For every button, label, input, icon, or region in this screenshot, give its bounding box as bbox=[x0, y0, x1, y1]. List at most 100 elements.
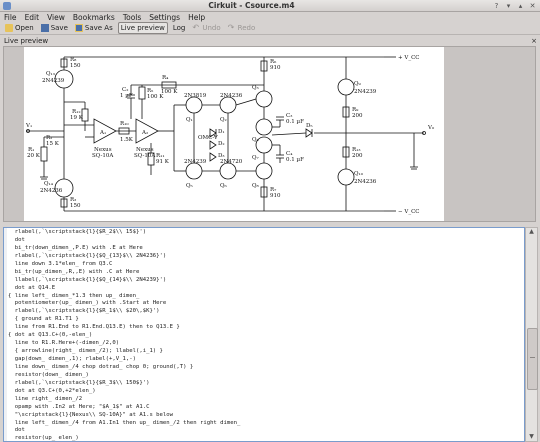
code-line[interactable]: line left_ dimen_/4 from A1.In1 then up_… bbox=[8, 420, 522, 428]
minimize-icon[interactable]: ▾ bbox=[504, 2, 513, 10]
code-line[interactable]: gap(down_ dimen_,1); rlabel(+,V_1,-) bbox=[8, 356, 522, 364]
code-line[interactable]: opamp with .In2 at Here; "$A_1$" at A1.C bbox=[8, 404, 522, 412]
label-vo: V₀ bbox=[427, 125, 435, 131]
label-r10v: 1.5K bbox=[120, 137, 134, 143]
editor-scrollbar[interactable]: ▲ ▼ bbox=[525, 227, 538, 442]
code-line[interactable]: potentiometer(up_ dimen_) with .Start at… bbox=[8, 300, 522, 308]
log-button[interactable]: Log bbox=[171, 23, 188, 33]
label-q1: Q₁ bbox=[186, 117, 193, 123]
code-line[interactable]: rlabel(,`\scriptstack{l}{$R_3$\\ 150$}') bbox=[8, 380, 522, 388]
panel-close-icon[interactable]: × bbox=[530, 37, 538, 45]
code-line[interactable]: bi_tr(up_dimen_,R,,E) with .C at Here bbox=[8, 269, 522, 277]
preview-panel-title: Live preview bbox=[4, 36, 49, 45]
code-editor[interactable]: rlabel(,`\scriptstack{l}{$R_2$\\ 15$}') … bbox=[3, 227, 525, 442]
label-d1: D₁ bbox=[218, 129, 225, 135]
code-line[interactable]: line from R1.End to R1.End.Q13.E) then t… bbox=[8, 324, 522, 332]
menu-tools[interactable]: Tools bbox=[119, 13, 145, 22]
label-r4: R₄ bbox=[162, 75, 169, 81]
code-line[interactable]: resistor(down_ dimen_) bbox=[8, 372, 522, 380]
code-line[interactable]: dot bbox=[8, 427, 522, 435]
label-omc: OMC-V bbox=[198, 135, 219, 141]
label-q4: Q₄ bbox=[252, 137, 260, 143]
label-vcc: + V_CC bbox=[398, 55, 420, 61]
save-as-icon bbox=[74, 24, 83, 32]
save-as-button[interactable]: Save As bbox=[73, 23, 115, 33]
editor-gutter bbox=[4, 228, 7, 441]
circuit-diagram: Q₁₃ 2N4239 R₈ 150 R₁₂ 19 K R₁ 20 K R₃ 15… bbox=[24, 47, 444, 221]
code-line[interactable]: resistor(up_ elen_) bbox=[8, 435, 522, 441]
code-text[interactable]: rlabel(,`\scriptstack{l}{$R_2$\\ 15$}') … bbox=[8, 229, 522, 441]
title-bar: Cirkuit - Csource.m4 ? ▾ ▴ ✕ bbox=[0, 0, 540, 12]
menu-edit[interactable]: Edit bbox=[21, 13, 44, 22]
label-pn-q2: 2N4236 bbox=[220, 93, 243, 99]
label-a2: A₂ bbox=[141, 130, 148, 136]
code-line[interactable]: bi_tr(down_dimen_,P.E) with .E at Here bbox=[8, 245, 522, 253]
label-r9v: 200 bbox=[352, 113, 363, 119]
live-preview-area[interactable]: Q₁₃ 2N4239 R₈ 150 R₁₂ 19 K R₁ 20 K R₃ 15… bbox=[3, 46, 536, 222]
label-pn-q5: 2N4239 bbox=[184, 159, 207, 165]
close-window-icon[interactable]: ✕ bbox=[528, 2, 537, 10]
open-button[interactable]: Open bbox=[3, 23, 36, 33]
label-r4v: 100 K bbox=[161, 89, 178, 95]
code-line[interactable]: dot bbox=[8, 237, 522, 245]
scroll-down-icon[interactable]: ▼ bbox=[526, 433, 537, 441]
scroll-thumb[interactable] bbox=[527, 328, 538, 390]
label-r1v: 20 K bbox=[27, 153, 41, 159]
label-a2pn: SQ-10A bbox=[134, 153, 156, 159]
live-preview-toggle[interactable]: Live preview bbox=[117, 22, 168, 34]
code-line[interactable]: { ground at R1.T1 } bbox=[8, 316, 522, 324]
label-r10: R₁₀ bbox=[120, 121, 129, 127]
label-q3: Q₃ bbox=[252, 85, 259, 91]
save-icon bbox=[40, 24, 49, 32]
menu-view[interactable]: View bbox=[43, 13, 69, 22]
splitter-handle[interactable] bbox=[2, 223, 538, 226]
label-q13-pn: 2N4239 bbox=[42, 78, 65, 84]
label-a1pn: SQ-10A bbox=[92, 153, 114, 159]
scroll-up-icon[interactable]: ▲ bbox=[526, 228, 537, 236]
label-pn-q9: 2N4239 bbox=[354, 89, 377, 95]
label-q8: Q₈ bbox=[252, 183, 260, 189]
redo-button[interactable]: ↷ Redo bbox=[226, 23, 258, 33]
code-line[interactable]: line to R1.R.Here+(-dimen_/2,0) bbox=[8, 340, 522, 348]
code-line[interactable]: rlabel(,`\scriptstack{l}{$R_2$\\ 15$}') bbox=[8, 229, 522, 237]
code-line[interactable]: { arrowline(right_ dimen_/2); llabel(,i_… bbox=[8, 348, 522, 356]
circuit-labels: Q₁₃ 2N4239 R₈ 150 R₁₂ 19 K R₁ 20 K R₃ 15… bbox=[25, 55, 435, 215]
code-line[interactable]: llabel(,`\scriptstack{l}{$Q_{14}$\\ 2N42… bbox=[8, 277, 522, 285]
label-q9: Q₉ bbox=[354, 81, 362, 87]
app-icon[interactable] bbox=[3, 1, 11, 10]
menu-help[interactable]: Help bbox=[184, 13, 209, 22]
code-line[interactable]: rlabel(,`\scriptstack{l}{$R_1$\\ $20\,$K… bbox=[8, 308, 522, 316]
code-line[interactable]: line down 3.1*elen_ from Q3.C bbox=[8, 261, 522, 269]
label-q5: Q₅ bbox=[186, 183, 193, 189]
label-r11v: 91 K bbox=[156, 159, 170, 165]
code-line[interactable]: line right_ dimen_/2 bbox=[8, 396, 522, 404]
menu-settings[interactable]: Settings bbox=[145, 13, 184, 22]
label-q10: Q₁₀ bbox=[354, 171, 364, 177]
help-window-icon[interactable]: ? bbox=[492, 2, 501, 10]
menu-file[interactable]: File bbox=[0, 13, 21, 22]
code-line[interactable]: "\scriptstack{l}{Nexus\\ SQ-10A}" at A1.… bbox=[8, 412, 522, 420]
label-r7v: 910 bbox=[270, 193, 281, 199]
label-v1: V₁ bbox=[25, 123, 32, 129]
label-q13: Q₁₃ bbox=[46, 71, 55, 77]
maximize-icon[interactable]: ▴ bbox=[516, 2, 525, 10]
menu-bookmarks[interactable]: Bookmarks bbox=[69, 13, 119, 22]
save-button[interactable]: Save bbox=[39, 23, 70, 33]
code-line[interactable]: { line left_ dimen_*1.3 then up_ dimen_ bbox=[8, 293, 522, 301]
label-q14pn: 2N4236 bbox=[40, 188, 63, 194]
label-pn-q6: 2N4720 bbox=[220, 159, 243, 165]
label-r8v: 150 bbox=[70, 63, 81, 69]
folder-open-icon bbox=[5, 24, 13, 32]
code-line[interactable]: rlabel(,`\scriptstack{l}{$Q_{13}$\\ 2N42… bbox=[8, 253, 522, 261]
code-line[interactable]: dot at Q3.C+(0,+2*elen_) bbox=[8, 388, 522, 396]
label-q2: Q₂ bbox=[220, 117, 227, 123]
label-r13v: 200 bbox=[352, 153, 363, 159]
preview-panel-header: Live preview × bbox=[2, 36, 538, 45]
code-line[interactable]: { dot at Q13.C+(0,-elen_) bbox=[8, 332, 522, 340]
code-line[interactable]: dot at Q14.E bbox=[8, 285, 522, 293]
toolbar: Open Save Save As Live preview Log ↶ Undo… bbox=[0, 22, 540, 35]
label-r5v: 100 K bbox=[147, 94, 164, 100]
undo-button[interactable]: ↶ Undo bbox=[190, 23, 222, 33]
code-line[interactable]: line down_ dimen_/4 chop dotrad_ chop 0;… bbox=[8, 364, 522, 372]
menu-bar: File Edit View Bookmarks Tools Settings … bbox=[0, 12, 540, 22]
